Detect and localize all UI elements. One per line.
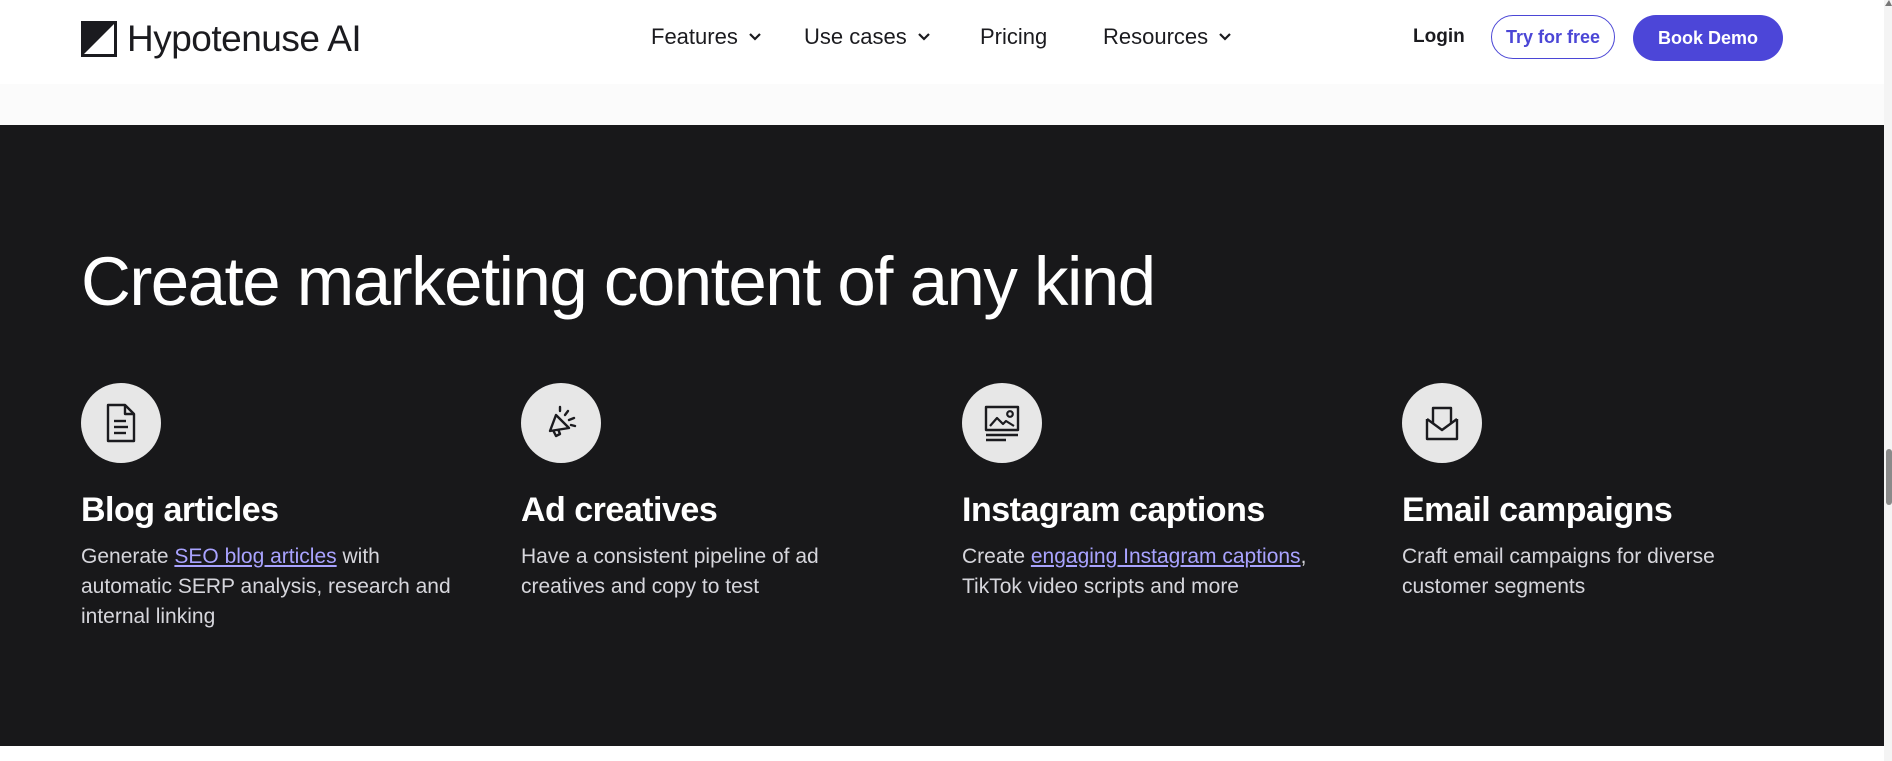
card-blog-articles: Blog articles Generate SEO blog articles… <box>81 383 461 632</box>
card-icon-circle <box>962 383 1042 463</box>
card-desc-text: Create <box>962 545 1031 568</box>
logo-text: Hypotenuse AI <box>127 18 362 59</box>
try-for-free-button[interactable]: Try for free <box>1491 15 1615 59</box>
content-types-section: Create marketing content of any kind Blo… <box>0 125 1884 746</box>
megaphone-icon <box>548 405 577 438</box>
card-title: Email campaigns <box>1402 491 1673 529</box>
page-bottom <box>0 746 1892 761</box>
nav-use-cases[interactable]: Use cases <box>804 24 931 50</box>
card-title: Blog articles <box>81 491 279 529</box>
nav-resources-label: Resources <box>1103 24 1209 49</box>
logo[interactable]: Hypotenuse AI <box>81 18 362 60</box>
card-title: Ad creatives <box>521 491 718 529</box>
section-headline: Create marketing content of any kind <box>81 243 1156 320</box>
book-demo-button[interactable]: Book Demo <box>1633 15 1783 61</box>
nav-resources[interactable]: Resources <box>1103 24 1232 50</box>
login-link[interactable]: Login <box>1413 26 1465 48</box>
card-description: Create engaging Instagram captions, TikT… <box>962 542 1342 602</box>
chevron-down-icon <box>917 33 930 41</box>
envelope-icon <box>1425 406 1459 441</box>
card-ad-creatives: Ad creatives Have a consistent pipeline … <box>521 383 901 602</box>
card-email-campaigns: Email campaigns Craft email campaigns fo… <box>1402 383 1782 602</box>
site-header: Hypotenuse AI Features Use cases Pricing… <box>0 0 1884 85</box>
logo-mark-icon <box>81 21 117 57</box>
document-icon <box>106 403 136 443</box>
card-icon-circle <box>81 383 161 463</box>
header-spacer <box>0 84 1884 125</box>
chevron-down-icon <box>1219 33 1231 41</box>
engaging-instagram-captions-link[interactable]: engaging Instagram captions <box>1031 545 1301 568</box>
nav-pricing-label: Pricing <box>980 24 1048 49</box>
scrollbar-track[interactable] <box>1884 0 1892 761</box>
card-title: Instagram captions <box>962 491 1265 529</box>
chevron-down-icon <box>749 33 761 41</box>
scroll-up-icon[interactable] <box>1885 0 1892 6</box>
card-desc-text: Have a consistent pipeline of ad creativ… <box>521 545 819 598</box>
nav-use-cases-label: Use cases <box>804 24 907 49</box>
card-description: Have a consistent pipeline of ad creativ… <box>521 542 901 602</box>
card-icon-circle <box>521 383 601 463</box>
nav-features-label: Features <box>651 24 738 49</box>
nav-features[interactable]: Features <box>651 24 762 50</box>
card-desc-text: Generate <box>81 545 175 568</box>
scrollbar-thumb[interactable] <box>1886 449 1892 505</box>
card-instagram-captions: Instagram captions Create engaging Insta… <box>962 383 1342 602</box>
card-description: Craft email campaigns for diverse custom… <box>1402 542 1782 602</box>
nav-pricing[interactable]: Pricing <box>980 24 1047 50</box>
image-caption-icon <box>984 405 1020 442</box>
card-description: Generate SEO blog articles with automati… <box>81 542 461 632</box>
card-desc-text: Craft email campaigns for diverse custom… <box>1402 545 1715 598</box>
seo-blog-articles-link[interactable]: SEO blog articles <box>174 545 336 568</box>
card-icon-circle <box>1402 383 1482 463</box>
